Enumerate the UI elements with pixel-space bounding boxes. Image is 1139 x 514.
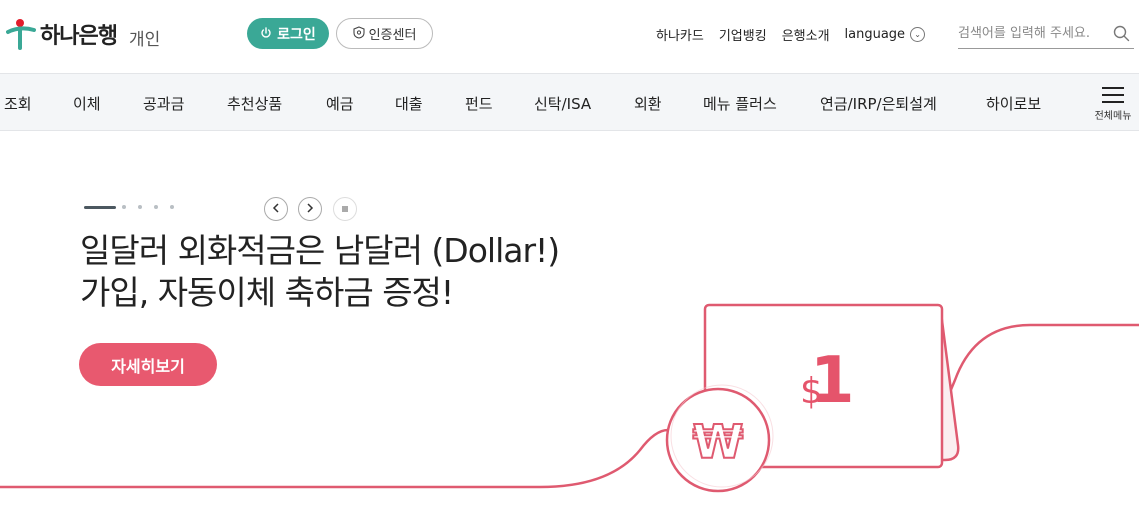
hero-illustration: $ 1 ₩ <box>0 303 1139 493</box>
login-label: 로그인 <box>277 25 316 42</box>
shield-icon <box>353 25 365 42</box>
cert-center-label: 인증센터 <box>368 27 417 42</box>
nav-item-trust-isa[interactable]: 신탁/ISA <box>534 93 591 114</box>
cert-center-button[interactable]: 인증센터 <box>336 18 433 49</box>
power-icon <box>260 26 272 42</box>
carousel-dot[interactable] <box>154 205 158 209</box>
carousel-dot-active[interactable] <box>84 205 116 209</box>
carousel-dot[interactable] <box>138 205 142 209</box>
language-label: language <box>844 27 906 42</box>
carousel-next-button[interactable] <box>298 197 322 221</box>
hamburger-icon <box>1092 87 1134 103</box>
nav-item-foreign-exchange[interactable]: 외환 <box>634 93 662 114</box>
link-bank-intro[interactable]: 은행소개 <box>782 25 830 44</box>
nav-item-pension[interactable]: 연금/IRP/은퇴설계 <box>820 93 937 114</box>
language-selector[interactable]: language ⌄ <box>845 27 926 42</box>
logo-text: 하나은행 <box>40 24 118 49</box>
all-menu-label: 전체메뉴 <box>1094 111 1132 122</box>
search-box <box>958 18 1134 49</box>
hero-headline-line1: 일달러 외화적금은 남달러 (Dollar!) <box>80 231 560 270</box>
nav-item-menu-plus[interactable]: 메뉴 플러스 <box>703 93 777 114</box>
nav-item-recommended[interactable]: 추천상품 <box>227 93 282 114</box>
carousel-dot[interactable] <box>122 205 126 209</box>
link-hanacard[interactable]: 하나카드 <box>656 25 704 44</box>
chevron-left-icon <box>272 202 280 216</box>
nav-item-inquiry[interactable]: 조회 <box>4 93 32 114</box>
nav-item-hairobo[interactable]: 하이로보 <box>986 93 1041 114</box>
coin-symbol: ₩ <box>693 415 744 469</box>
header: 하나은행 개인 로그인 인증센터 하나카드 기업뱅킹 은행소개 language… <box>0 0 1139 73</box>
link-corporate-banking[interactable]: 기업뱅킹 <box>719 25 767 44</box>
nav-item-transfer[interactable]: 이체 <box>73 93 101 114</box>
nav-item-loan[interactable]: 대출 <box>395 93 423 114</box>
carousel-dot[interactable] <box>170 205 174 209</box>
nav-item-deposit[interactable]: 예금 <box>326 93 354 114</box>
logo-sub-label: 개인 <box>128 29 161 50</box>
nav-item-fund[interactable]: 펀드 <box>465 93 493 114</box>
hana-logo-icon <box>6 18 36 50</box>
search-icon[interactable] <box>1113 25 1130 46</box>
bill-value: 1 <box>810 344 855 418</box>
main-nav: 조회 이체 공과금 추천상품 예금 대출 펀드 신탁/ISA 외환 메뉴 플러스… <box>0 73 1139 131</box>
login-button[interactable]: 로그인 <box>247 18 329 49</box>
stop-icon <box>342 206 348 212</box>
carousel-stop-button[interactable] <box>333 197 357 221</box>
search-input[interactable] <box>958 25 1108 41</box>
carousel-pager <box>84 205 186 209</box>
chevron-right-icon <box>306 202 314 216</box>
chevron-down-icon: ⌄ <box>910 27 926 42</box>
all-menu-button[interactable]: 전체메뉴 <box>1092 87 1134 122</box>
hana-logo[interactable]: 하나은행 개인 <box>6 18 160 50</box>
nav-item-utility-bills[interactable]: 공과금 <box>143 93 184 114</box>
utility-links: 하나카드 기업뱅킹 은행소개 language ⌄ <box>656 25 926 44</box>
carousel-prev-button[interactable] <box>264 197 288 221</box>
